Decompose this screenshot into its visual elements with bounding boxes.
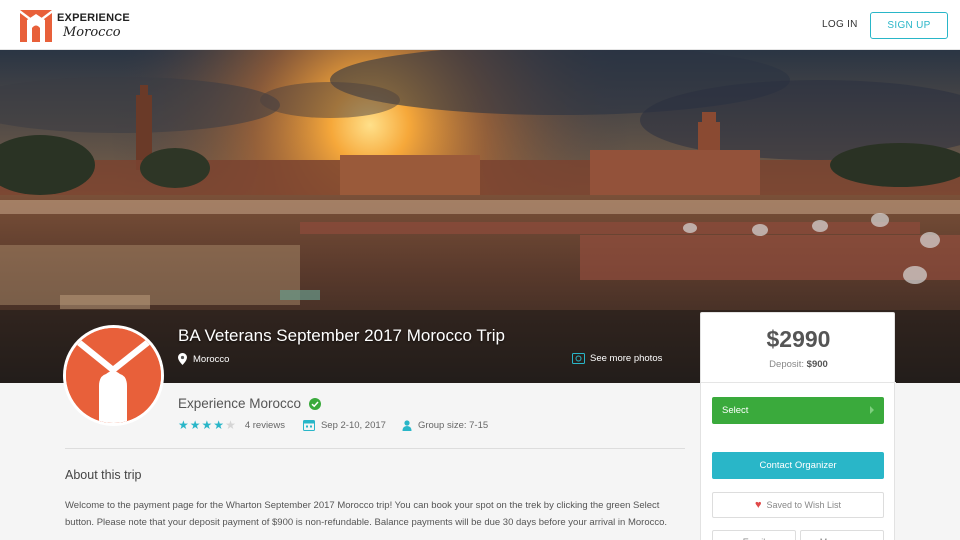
logo-mark-icon	[66, 328, 161, 423]
wishlist-label: Saved to Wish List	[766, 500, 842, 510]
group-size: Group size: 7-15	[402, 420, 488, 431]
logo-mark-icon	[20, 10, 52, 42]
star-icon: ★	[213, 418, 225, 432]
login-link[interactable]: LOG IN	[822, 19, 858, 30]
trip-dates: Sep 2-10, 2017	[302, 419, 386, 431]
organizer-avatar[interactable]	[63, 325, 164, 426]
card-divider	[701, 382, 896, 383]
about-heading: About this trip	[65, 468, 142, 482]
organizer-info: Experience Morocco	[178, 396, 322, 411]
trip-title: BA Veterans September 2017 Morocco Trip	[178, 326, 505, 345]
location-label: Morocco	[193, 353, 230, 365]
star-icon: ★	[189, 418, 201, 432]
select-button[interactable]: Select	[712, 397, 884, 424]
signup-button[interactable]: SIGN UP	[870, 12, 948, 39]
logo-line-1: EXPERIENCE	[57, 12, 130, 24]
location-pin-icon	[178, 353, 187, 365]
trip-meta: ★ ★ ★ ★ ★ 4 reviews Sep 2-10, 2017 Group…	[178, 419, 488, 431]
star-icon: ★	[225, 418, 236, 432]
rating-stars: ★ ★ ★ ★ ★	[178, 419, 237, 431]
calendar-icon	[302, 420, 315, 431]
select-label: Select	[722, 405, 749, 416]
heart-icon: ♥	[754, 499, 762, 511]
site-logo[interactable]: EXPERIENCE Morocco	[20, 10, 130, 42]
share-row: Email Messenger	[712, 530, 884, 540]
trip-price: $2990	[766, 326, 831, 352]
top-navigation-bar: EXPERIENCE Morocco LOG IN SIGN UP	[0, 0, 960, 50]
deposit-info: Deposit: $900	[701, 359, 896, 370]
see-more-photos-link[interactable]: See more photos	[572, 353, 662, 364]
reviews-link[interactable]: 4 reviews	[245, 420, 285, 431]
booking-card: $2990 Deposit: $900 Select Contact Organ…	[700, 312, 896, 540]
verified-check-icon	[309, 397, 322, 410]
deposit-label: Deposit:	[769, 359, 807, 370]
trip-location: Morocco	[178, 353, 229, 365]
group-size-label: Group size: 7-15	[417, 419, 489, 431]
deposit-value: $900	[806, 359, 828, 370]
chevron-right-icon	[870, 406, 874, 414]
share-messenger-button[interactable]: Messenger	[800, 530, 884, 540]
logo-line-2: Morocco	[63, 25, 121, 40]
person-icon	[402, 419, 412, 431]
camera-icon	[572, 353, 585, 364]
about-text: Welcome to the payment page for the Whar…	[65, 500, 668, 528]
trip-dates-label: Sep 2-10, 2017	[320, 419, 386, 431]
section-divider	[65, 448, 685, 449]
organizer-name[interactable]: Experience Morocco	[178, 396, 301, 411]
share-email-button[interactable]: Email	[712, 530, 796, 540]
contact-organizer-button[interactable]: Contact Organizer	[712, 452, 884, 479]
star-icon: ★	[201, 418, 213, 432]
wishlist-button[interactable]: ♥ Saved to Wish List	[712, 492, 884, 518]
see-more-photos-label: See more photos	[590, 353, 663, 364]
star-icon: ★	[178, 418, 189, 432]
